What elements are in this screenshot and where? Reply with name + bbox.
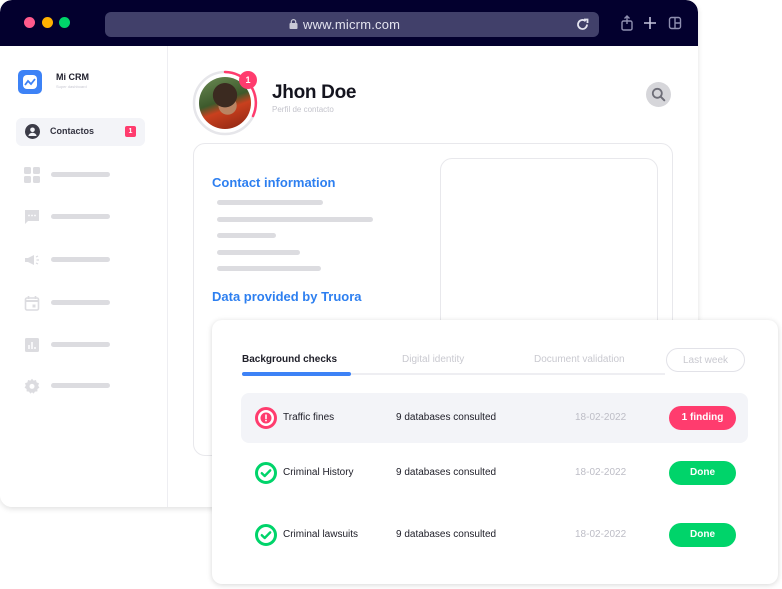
reload-icon[interactable]: [575, 17, 590, 32]
grid-icon: [24, 167, 40, 183]
sidebar-item-placeholder: [51, 172, 110, 177]
contact-avatar[interactable]: 1: [192, 70, 258, 136]
status-badge[interactable]: Done: [669, 461, 736, 485]
sidebar: Mi CRM Super dashboard Contactos 1: [0, 46, 168, 507]
sidebar-item-placeholder: [51, 214, 110, 219]
check-date: 18-02-2022: [575, 467, 627, 478]
browser-titlebar: www.micrm.com: [0, 0, 698, 46]
sidebar-item-placeholder: [51, 383, 110, 388]
placeholder-line: [217, 217, 373, 222]
check-row-criminal-history[interactable]: Criminal History 9 databases consulted 1…: [241, 448, 748, 498]
calendar-icon: [24, 296, 40, 311]
address-bar[interactable]: www.micrm.com: [105, 12, 599, 37]
minimize-window-button[interactable]: [42, 17, 53, 28]
lock-icon: [289, 19, 298, 29]
sidebar-item-label: Contactos: [50, 126, 95, 136]
sidebar-item-calendar[interactable]: [24, 294, 144, 312]
contactos-count-badge: 1: [125, 126, 136, 137]
sidebar-item-reports[interactable]: [24, 336, 144, 354]
databases-consulted: 9 databases consulted: [396, 412, 497, 423]
databases-consulted: 9 databases consulted: [396, 529, 497, 540]
contact-information-heading: Contact information: [212, 175, 336, 190]
brand-subtitle: Super dashboard: [56, 84, 87, 89]
check-name: Criminal lawsuits: [283, 529, 359, 540]
app-logo-icon: [18, 70, 42, 94]
share-icon[interactable]: [620, 15, 634, 31]
data-provider-heading: Data provided by Truora: [212, 289, 362, 304]
gear-icon: [24, 378, 40, 394]
maximize-window-button[interactable]: [59, 17, 70, 28]
user-circle-icon: [25, 124, 40, 139]
check-name: Criminal History: [283, 467, 354, 478]
sidebar-item-placeholder: [51, 342, 110, 347]
chart-icon: [25, 338, 39, 352]
status-badge[interactable]: Done: [669, 523, 736, 547]
check-circle-icon: [255, 524, 277, 546]
notification-badge: 1: [239, 71, 257, 89]
placeholder-line: [217, 233, 276, 238]
check-name: Traffic fines: [283, 412, 335, 423]
tab-background-checks[interactable]: Background checks: [242, 354, 337, 365]
brand-name: Mi CRM: [56, 72, 89, 82]
sidebar-item-settings[interactable]: [24, 377, 144, 395]
sidebar-item-contactos[interactable]: Contactos 1: [16, 118, 145, 146]
url-text: www.micrm.com: [303, 17, 401, 32]
placeholder-line: [217, 266, 321, 271]
warning-icon: [255, 407, 277, 429]
sidebar-item-placeholder: [51, 257, 110, 262]
search-icon: [651, 87, 666, 102]
check-row-criminal-lawsuits[interactable]: Criminal lawsuits 9 databases consulted …: [241, 510, 748, 560]
status-badge[interactable]: 1 finding: [669, 406, 736, 430]
contact-name: Jhon Doe: [272, 82, 357, 103]
placeholder-line: [217, 250, 300, 255]
chat-icon: [25, 210, 39, 224]
date-filter-button[interactable]: Last week: [666, 348, 745, 372]
check-date: 18-02-2022: [575, 412, 627, 423]
sidebar-item-placeholder: [51, 300, 110, 305]
megaphone-icon: [25, 255, 39, 265]
new-tab-icon[interactable]: [643, 15, 657, 31]
sidebar-item-campaigns[interactable]: [24, 251, 144, 269]
contact-subtitle: Perfil de contacto: [272, 105, 334, 114]
active-tab-indicator: [242, 372, 351, 376]
sidebar-item-messages[interactable]: [24, 208, 144, 226]
search-button[interactable]: [646, 82, 671, 107]
sidebar-item-dashboard[interactable]: [24, 166, 144, 184]
check-date: 18-02-2022: [575, 529, 627, 540]
tabs-overview-icon[interactable]: [668, 15, 682, 31]
tab-digital-identity[interactable]: Digital identity: [402, 354, 464, 365]
check-circle-icon: [255, 462, 277, 484]
placeholder-line: [217, 200, 323, 205]
check-row-traffic-fines[interactable]: Traffic fines 9 databases consulted 18-0…: [241, 393, 748, 443]
close-window-button[interactable]: [24, 17, 35, 28]
tab-document-validation[interactable]: Document validation: [534, 354, 625, 365]
databases-consulted: 9 databases consulted: [396, 467, 497, 478]
